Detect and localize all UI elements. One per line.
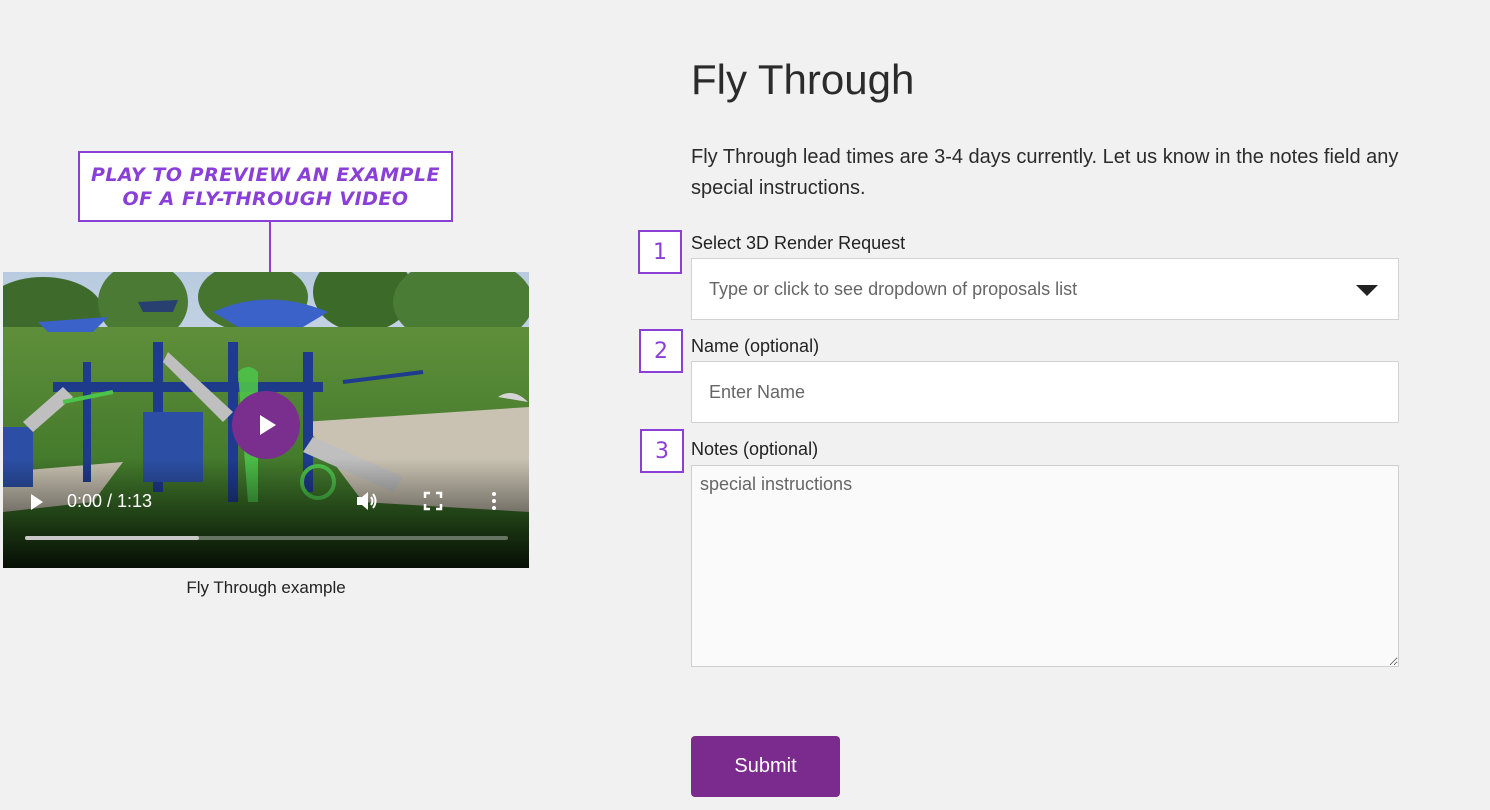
preview-callout: Play to preview an example of a fly-thro…	[78, 151, 453, 222]
chevron-down-icon[interactable]	[1356, 285, 1378, 296]
callout-text: Play to preview an example of a fly-thro…	[91, 163, 440, 210]
render-request-input[interactable]	[692, 259, 1398, 319]
play-button[interactable]	[29, 493, 45, 516]
fullscreen-icon	[423, 491, 443, 511]
step-marker-2: 2	[639, 329, 683, 373]
video-player[interactable]: 0:00 / 1:13	[3, 272, 529, 568]
play-icon	[31, 494, 43, 510]
controls-gradient	[3, 458, 529, 568]
play-icon	[260, 415, 276, 435]
notes-textarea[interactable]	[691, 465, 1399, 667]
volume-icon	[357, 492, 377, 510]
intro-text: Fly Through lead times are 3-4 days curr…	[691, 146, 1399, 199]
notes-label: Notes (optional)	[691, 439, 819, 459]
render-request-select[interactable]	[691, 258, 1399, 320]
big-play-button[interactable]	[232, 391, 300, 459]
fullscreen-button[interactable]	[423, 491, 443, 516]
step-marker-1: 1	[638, 230, 682, 274]
progress-buffered	[25, 536, 199, 540]
video-caption: Fly Through example	[186, 578, 346, 597]
page-title: Fly Through	[691, 56, 915, 103]
name-input[interactable]	[692, 362, 1398, 422]
volume-button[interactable]	[355, 490, 379, 517]
more-options-button[interactable]	[490, 491, 498, 516]
more-vertical-icon	[492, 492, 496, 510]
time-display: 0:00 / 1:13	[67, 491, 153, 511]
step-marker-3: 3	[640, 429, 684, 473]
name-label: Name (optional)	[691, 336, 820, 356]
submit-button[interactable]: Submit	[691, 736, 840, 797]
render-request-label: Select 3D Render Request	[691, 233, 906, 253]
name-field[interactable]	[691, 361, 1399, 423]
video-progress-bar[interactable]	[25, 536, 508, 540]
